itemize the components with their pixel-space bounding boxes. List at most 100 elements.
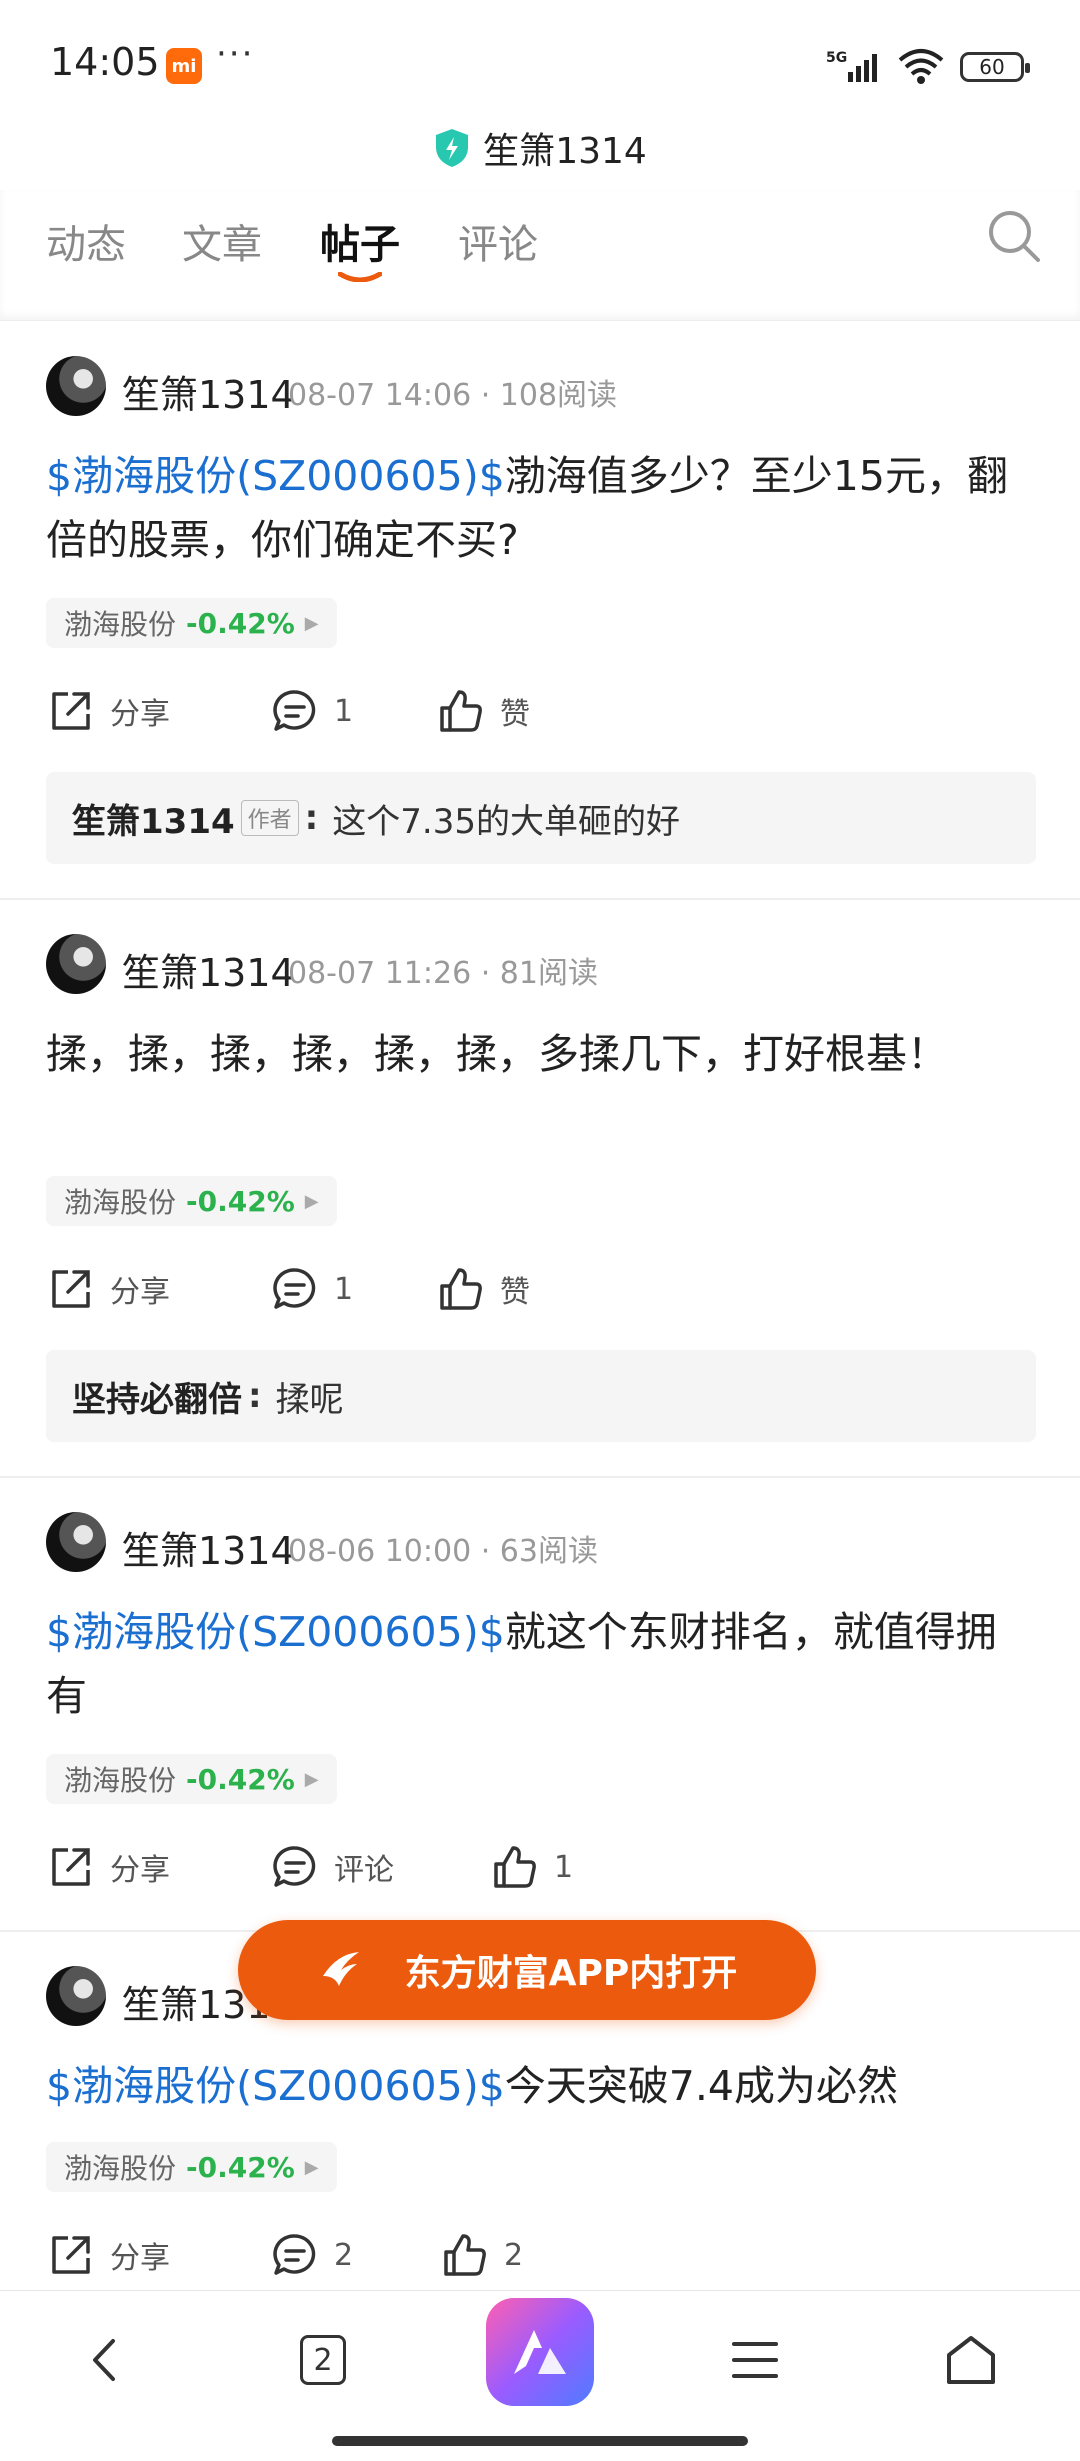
comment-icon	[273, 1846, 316, 1887]
post-content[interactable]: $渤海股份(SZ000605)$渤海值多少？至少15元，翻倍的股票，你们确定不买…	[46, 444, 1036, 572]
post-text: 今天突破7.4成为必然	[504, 2062, 898, 2110]
avatar[interactable]	[46, 356, 106, 416]
menu-icon	[732, 2342, 778, 2378]
thumbs-up-icon	[494, 1846, 536, 1888]
menu-button[interactable]	[720, 2325, 790, 2395]
thumbs-up-icon	[440, 690, 482, 732]
stock-change: -0.42%	[186, 1762, 295, 1796]
share-label: 分享	[110, 1853, 170, 1888]
stock-link[interactable]: $渤海股份(SZ000605)$	[46, 1608, 505, 1656]
share-button[interactable]: 分享	[46, 1842, 170, 1892]
post-author[interactable]: 笙箫1314	[122, 942, 295, 997]
tabs-button[interactable]: 2	[288, 2325, 358, 2395]
tab-count: 2	[300, 2335, 346, 2385]
play-arrow-icon: ▶	[304, 2156, 319, 2178]
post-meta: 08-07 14:06 · 108阅读	[288, 378, 618, 413]
post-content[interactable]: 揉，揉，揉，揉，揉，揉，多揉几下，打好根基！	[46, 1022, 1036, 1086]
post-author[interactable]: 笙箫1314	[122, 364, 295, 419]
cellular-signal-icon: 5G	[826, 50, 877, 82]
stock-name: 渤海股份	[64, 1186, 177, 1219]
stock-tag[interactable]: 渤海股份 -0.42% ▶	[46, 2142, 337, 2192]
reply-text: 这个7.35的大单砸的好	[332, 801, 680, 842]
like-button[interactable]: 2	[440, 2230, 523, 2280]
comment-icon	[273, 690, 316, 731]
reply-author: 笙箫1314	[72, 801, 235, 842]
stock-change: -0.42%	[186, 1184, 295, 1218]
search-icon[interactable]	[986, 208, 1042, 264]
status-bar: 14:05 mi ··· 5G 60	[0, 0, 1080, 120]
share-label: 分享	[110, 2241, 170, 2276]
stock-tag[interactable]: 渤海股份 -0.42% ▶	[46, 1754, 337, 1804]
comment-icon	[273, 2234, 316, 2275]
wifi-icon	[898, 49, 944, 84]
share-icon	[52, 692, 90, 730]
battery-icon: 60	[960, 52, 1030, 82]
reply-preview[interactable]: 笙箫1314 作者 : 这个7.35的大单砸的好	[46, 772, 1036, 864]
eastmoney-logo-icon	[322, 1952, 359, 1986]
like-count: 2	[504, 2237, 524, 2273]
ai-assistant-button[interactable]	[486, 2298, 594, 2406]
post-content[interactable]: $渤海股份(SZ000605)$今天突破7.4成为必然	[46, 2054, 1036, 2118]
post-divider	[0, 1476, 1080, 1478]
more-notifications-icon: ···	[216, 34, 255, 74]
open-in-app-button[interactable]: 东方财富APP内打开	[238, 1920, 816, 2020]
post-content[interactable]: $渤海股份(SZ000605)$就这个东财排名，就值得拥有	[46, 1600, 1036, 1728]
stock-change: -0.42%	[186, 606, 295, 640]
comment-label: 评论	[334, 1853, 394, 1888]
thumbs-up-icon	[444, 2234, 486, 2276]
reply-colon: :	[304, 798, 319, 838]
like-button[interactable]: 赞	[436, 1264, 530, 1314]
avatar[interactable]	[46, 934, 106, 994]
share-icon	[52, 2236, 90, 2274]
thumbs-up-icon	[440, 1268, 482, 1310]
home-button[interactable]	[936, 2325, 1006, 2395]
reply-preview[interactable]: 坚持必翻倍 : 揉呢	[46, 1350, 1036, 1442]
home-indicator	[332, 2436, 748, 2446]
comment-button[interactable]: 评论	[270, 1842, 394, 1892]
share-icon	[52, 1848, 90, 1886]
comment-button[interactable]: 1	[270, 686, 353, 736]
tab-articles[interactable]: 文章	[182, 212, 262, 270]
comment-button[interactable]: 1	[270, 1264, 353, 1314]
mi-app-icon: mi	[166, 48, 202, 84]
comment-button[interactable]: 2	[270, 2230, 353, 2280]
back-button[interactable]	[70, 2325, 140, 2395]
stock-link[interactable]: $渤海股份(SZ000605)$	[46, 452, 505, 500]
stock-tag[interactable]: 渤海股份 -0.42% ▶	[46, 598, 337, 648]
reply-author: 坚持必翻倍	[72, 1379, 242, 1420]
play-arrow-icon: ▶	[304, 1768, 319, 1790]
stock-link[interactable]: $渤海股份(SZ000605)$	[46, 2062, 505, 2110]
stock-change: -0.42%	[186, 2150, 295, 2184]
network-type-label: 5G	[826, 50, 847, 66]
comment-count: 1	[334, 1271, 354, 1307]
stock-name: 渤海股份	[64, 1764, 177, 1797]
comment-count: 1	[334, 693, 354, 729]
comment-count: 2	[334, 2237, 354, 2273]
comment-icon	[273, 1268, 316, 1309]
tab-posts[interactable]: 帖子	[320, 212, 400, 270]
tab-comments[interactable]: 评论	[458, 212, 538, 270]
like-button[interactable]: 赞	[436, 686, 530, 736]
open-in-app-label: 东方财富APP内打开	[404, 1953, 738, 1994]
share-button[interactable]: 分享	[46, 1264, 170, 1314]
stock-name: 渤海股份	[64, 2152, 177, 2185]
shield-icon	[436, 129, 469, 167]
reply-text: 揉呢	[275, 1379, 344, 1420]
share-button[interactable]: 分享	[46, 2230, 170, 2280]
post-divider	[0, 898, 1080, 900]
like-count: 赞	[500, 1275, 530, 1310]
tab-bar: 动态 文章 帖子 评论	[0, 190, 1080, 321]
avatar[interactable]	[46, 1966, 106, 2026]
post-meta: 08-06 10:00 · 63阅读	[288, 1534, 598, 1569]
avatar[interactable]	[46, 1512, 106, 1572]
stock-tag[interactable]: 渤海股份 -0.42% ▶	[46, 1176, 337, 1226]
reply-colon: :	[248, 1376, 262, 1416]
like-count: 赞	[500, 697, 530, 732]
share-button[interactable]: 分享	[46, 686, 170, 736]
post-author[interactable]: 笙箫1314	[122, 1520, 295, 1575]
play-arrow-icon: ▶	[304, 612, 319, 634]
like-button[interactable]: 1	[490, 1842, 573, 1892]
page-title: 笙箫1314	[483, 131, 647, 172]
like-count: 1	[554, 1849, 574, 1885]
tab-dynamics[interactable]: 动态	[46, 212, 126, 270]
